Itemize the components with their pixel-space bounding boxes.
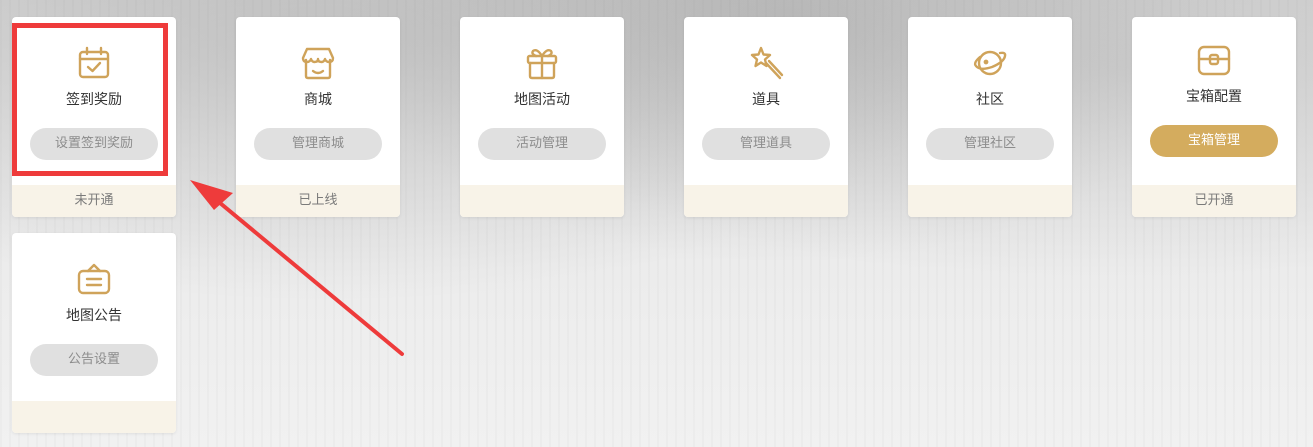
manage-community-button[interactable]: 管理社区 bbox=[926, 128, 1054, 160]
announcement-settings-button[interactable]: 公告设置 bbox=[30, 344, 158, 376]
treasure-chest-icon bbox=[1196, 43, 1232, 79]
manage-shop-button[interactable]: 管理商城 bbox=[254, 128, 382, 160]
status-label: 已开通 bbox=[1132, 185, 1296, 217]
card-items: 道具 管理道具 bbox=[684, 17, 848, 217]
card-title: 地图活动 bbox=[514, 92, 570, 108]
card-title: 宝箱配置 bbox=[1186, 89, 1242, 105]
card-title: 地图公告 bbox=[66, 308, 122, 324]
highlight-box bbox=[12, 23, 168, 176]
status-label bbox=[460, 185, 624, 217]
gift-icon bbox=[524, 45, 560, 81]
activity-manage-button[interactable]: 活动管理 bbox=[478, 128, 606, 160]
card-map-announcement: 地图公告 公告设置 bbox=[12, 233, 176, 433]
status-label bbox=[908, 185, 1072, 217]
card-title: 社区 bbox=[976, 92, 1004, 108]
manage-items-button[interactable]: 管理道具 bbox=[702, 128, 830, 160]
magic-wand-icon bbox=[748, 45, 784, 81]
card-treasure-chest: 宝箱配置 宝箱管理 已开通 bbox=[1132, 17, 1296, 217]
status-label: 已上线 bbox=[236, 185, 400, 217]
card-title: 商城 bbox=[304, 92, 332, 108]
card-title: 道具 bbox=[752, 92, 780, 108]
page-background bbox=[0, 0, 1313, 447]
annotation-arrow bbox=[190, 180, 404, 356]
status-label: 未开通 bbox=[12, 185, 176, 217]
shop-icon bbox=[300, 45, 336, 81]
planet-icon bbox=[972, 45, 1008, 81]
treasure-chest-manage-button[interactable]: 宝箱管理 bbox=[1150, 125, 1278, 157]
card-map-activity: 地图活动 活动管理 bbox=[460, 17, 624, 217]
announcement-board-icon bbox=[76, 261, 112, 297]
card-shop: 商城 管理商城 已上线 bbox=[236, 17, 400, 217]
status-label bbox=[12, 401, 176, 433]
status-label bbox=[684, 185, 848, 217]
card-community: 社区 管理社区 bbox=[908, 17, 1072, 217]
